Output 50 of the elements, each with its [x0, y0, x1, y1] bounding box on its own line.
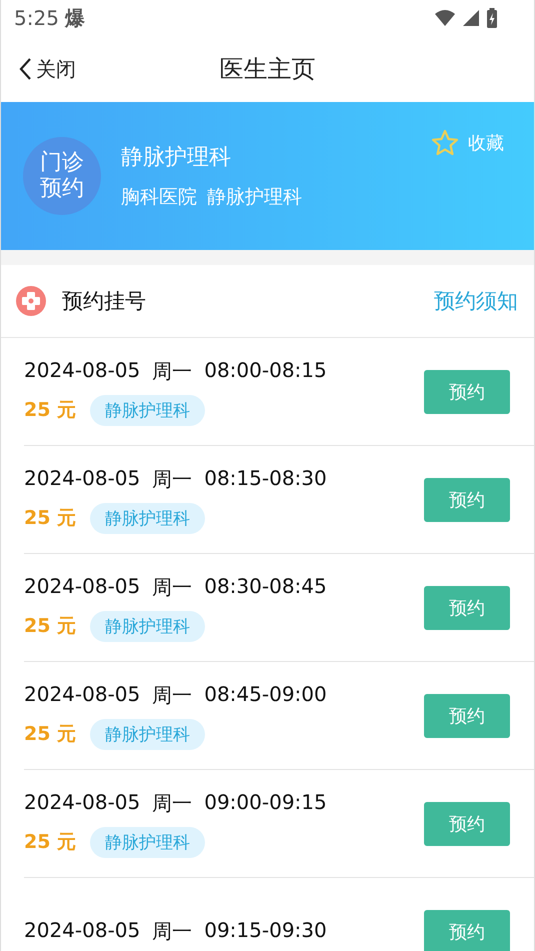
- slot-date: 2024-08-05: [24, 918, 140, 944]
- back-button[interactable]: 关闭: [1, 56, 76, 82]
- slot-weekday: 周一: [152, 918, 192, 945]
- book-button[interactable]: 预约: [424, 586, 510, 630]
- slot-price: 25 元: [24, 614, 76, 639]
- signal-icon: [462, 9, 480, 27]
- book-button[interactable]: 预约: [424, 802, 510, 846]
- wifi-icon: [434, 9, 456, 27]
- slot-price: 25 元: [24, 506, 76, 531]
- department-tag: 静脉护理科: [90, 502, 206, 534]
- slot-time: 08:00-08:15: [204, 358, 327, 384]
- slot-time: 08:15-08:30: [204, 466, 327, 492]
- book-button[interactable]: 预约: [424, 478, 510, 522]
- slot-weekday: 周一: [152, 574, 192, 600]
- slot-date: 2024-08-05: [24, 682, 140, 708]
- slot-weekday: 周一: [152, 790, 192, 816]
- slot-price: 25 元: [24, 830, 76, 855]
- slot-date: 2024-08-05: [24, 358, 140, 384]
- slot-date: 2024-08-05: [24, 574, 140, 600]
- chevron-left-icon: [18, 57, 32, 81]
- notification-text: 爆: [64, 4, 85, 32]
- notice-link[interactable]: 预约须知: [434, 287, 518, 315]
- slot-date: 2024-08-05: [24, 466, 140, 492]
- slot-time: 08:30-08:45: [204, 574, 327, 600]
- slot-price: 25 元: [24, 398, 76, 423]
- slot-price: 25 元: [24, 722, 76, 747]
- department-tag: 静脉护理科: [90, 826, 206, 858]
- slot-weekday: 周一: [152, 682, 192, 708]
- slot-date: 2024-08-05: [24, 790, 140, 816]
- status-time: 5:25: [14, 6, 59, 30]
- department-tag: 静脉护理科: [90, 718, 206, 750]
- slot-time: 09:00-09:15: [204, 790, 327, 816]
- department-tag: 静脉护理科: [90, 610, 206, 642]
- department-tag: 静脉护理科: [90, 394, 206, 426]
- page-title: 医生主页: [220, 54, 316, 85]
- slot-time: 08:45-09:00: [204, 682, 327, 708]
- slot-weekday: 周一: [152, 358, 192, 384]
- book-button[interactable]: 预约: [424, 694, 510, 738]
- book-button[interactable]: 预约: [424, 370, 510, 414]
- section-title: 预约挂号: [62, 288, 146, 315]
- slot-time: 09:15-09:30: [204, 918, 327, 944]
- slot-weekday: 周一: [152, 466, 192, 492]
- hospital-cross-icon: [16, 286, 46, 316]
- book-button[interactable]: 预约: [424, 910, 510, 951]
- battery-icon: [486, 8, 498, 28]
- favorite-button[interactable]: 收藏: [430, 128, 504, 158]
- hospital-name: 胸科医院: [121, 185, 197, 210]
- doctor-name: 静脉护理科: [121, 144, 232, 172]
- department-name: 静脉护理科: [207, 185, 302, 210]
- clinic-avatar: 门诊预约: [23, 137, 101, 215]
